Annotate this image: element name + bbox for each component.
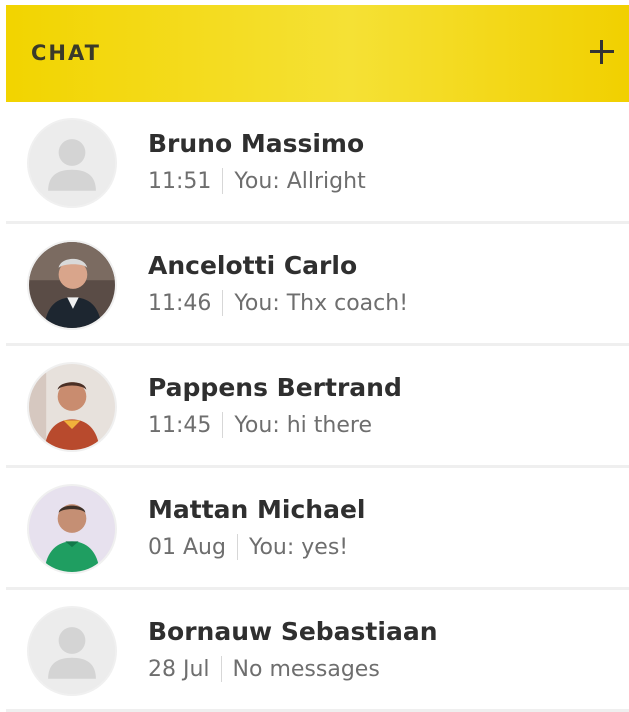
contact-name: Bruno Massimo	[148, 129, 365, 158]
message-time: 11:46	[148, 290, 212, 316]
last-message: You: Allright	[234, 168, 366, 194]
message-meta: 11:46 You: Thx coach!	[148, 290, 408, 316]
last-message: You: yes!	[248, 534, 349, 560]
person-silhouette-icon	[29, 120, 115, 206]
contact-photo-avatar	[27, 240, 117, 330]
contact-name: Mattan Michael	[148, 495, 366, 524]
chat-row-pappens-bertrand[interactable]: Pappens Bertrand 11:45 You: hi there	[6, 346, 629, 468]
message-time: 11:45	[148, 412, 212, 438]
chat-row-bruno-massimo[interactable]: Bruno Massimo 11:51 You: Allright	[6, 102, 629, 224]
contact-photo-avatar	[27, 484, 117, 574]
person-photo-icon	[29, 486, 115, 572]
contact-name: Pappens Bertrand	[148, 373, 402, 402]
chat-row-bornauw-sebastiaan[interactable]: Bornauw Sebastiaan 28 Jul No messages	[6, 590, 629, 712]
contact-photo-avatar	[27, 362, 117, 452]
contact-name: Ancelotti Carlo	[148, 251, 358, 280]
last-message: You: Thx coach!	[234, 290, 409, 316]
person-photo-icon	[29, 242, 115, 328]
person-silhouette-icon	[29, 608, 115, 694]
message-time: 01 Aug	[148, 534, 226, 560]
message-time: 28 Jul	[148, 656, 210, 682]
chat-row-mattan-michael[interactable]: Mattan Michael 01 Aug You: yes!	[6, 468, 629, 590]
page-title: CHAT	[31, 41, 101, 65]
message-meta: 01 Aug You: yes!	[148, 534, 348, 560]
contact-name: Bornauw Sebastiaan	[148, 617, 438, 646]
message-meta: 11:51 You: Allright	[148, 168, 366, 194]
message-time: 11:51	[148, 168, 212, 194]
message-meta: 28 Jul No messages	[148, 656, 380, 682]
chat-screen: CHAT Bruno Massimo 11:51 You: Allright A…	[6, 5, 629, 712]
chat-row-ancelotti-carlo[interactable]: Ancelotti Carlo 11:46 You: Thx coach!	[6, 224, 629, 346]
default-avatar-icon	[27, 118, 117, 208]
message-meta: 11:45 You: hi there	[148, 412, 372, 438]
meta-divider	[236, 534, 238, 560]
person-photo-icon	[29, 364, 115, 450]
chat-list: Bruno Massimo 11:51 You: Allright Ancelo…	[6, 102, 629, 712]
default-avatar-icon	[27, 606, 117, 696]
meta-divider	[222, 168, 224, 194]
header-bar: CHAT	[6, 5, 629, 102]
last-message: No messages	[232, 656, 380, 682]
meta-divider	[222, 290, 224, 316]
meta-divider	[220, 656, 222, 682]
last-message: You: hi there	[234, 412, 372, 438]
add-chat-button[interactable]	[585, 35, 619, 69]
meta-divider	[222, 412, 224, 438]
